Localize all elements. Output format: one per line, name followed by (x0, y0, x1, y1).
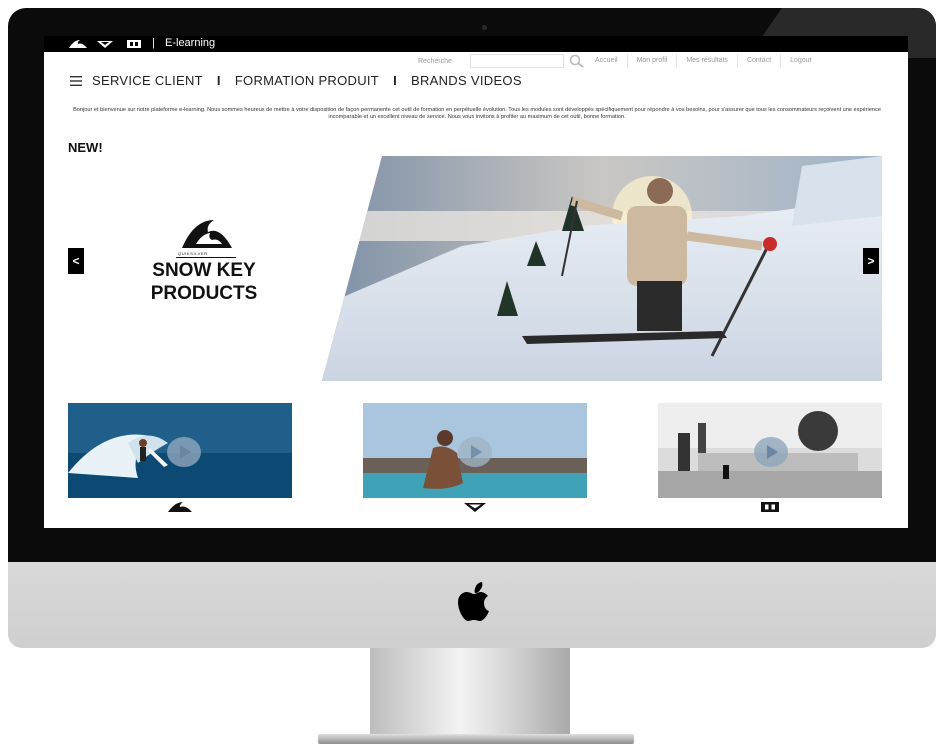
play-icon[interactable] (754, 437, 788, 467)
carousel-next-button[interactable]: > (863, 248, 879, 274)
dc-logo-icon[interactable] (126, 39, 142, 49)
app-title: E-learning (165, 37, 216, 49)
hero-headline-line2: PRODUCTS (150, 283, 258, 304)
roxy-heart-icon[interactable] (96, 39, 114, 49)
carousel-prev-button[interactable]: < (68, 248, 84, 274)
video-thumbnail-roxy[interactable] (363, 403, 587, 498)
hero-headline-line1: SNOW KEY (152, 260, 256, 281)
nav-link-resultats[interactable]: Mes résultats (676, 54, 737, 68)
new-label: NEW! (68, 140, 103, 155)
nav-brands-videos[interactable]: BRANDS VIDEOS (411, 73, 522, 88)
nav-link-profil[interactable]: Mon profil (626, 54, 677, 68)
utility-nav: Recherche Accueil Mon profil Mes résulta… (406, 53, 820, 69)
main-nav: SERVICE CLIENT I FORMATION PRODUIT I BRA… (70, 73, 522, 88)
imac-stand (370, 648, 570, 734)
hero-snow-image[interactable] (322, 156, 882, 381)
nav-divider: I (216, 73, 221, 88)
logo-rule (176, 257, 236, 258)
nav-service-client[interactable]: SERVICE CLIENT (92, 73, 203, 88)
top-bar: | E-learning (44, 36, 908, 52)
video-thumbnail-dc[interactable] (658, 403, 882, 498)
nav-link-logout[interactable]: Logout (780, 54, 820, 68)
nav-link-accueil[interactable]: Accueil (586, 54, 627, 68)
nav-link-contact[interactable]: Contact (736, 54, 780, 68)
quiksilver-logo-icon (182, 220, 232, 248)
intro-text: Bonjour et bienvenue sur notre plateform… (73, 107, 881, 120)
imac-stand-base (318, 734, 634, 744)
quiksilver-wordmark: QUIKSILVER (178, 251, 208, 256)
hamburger-menu-icon[interactable] (70, 75, 82, 86)
quiksilver-mountain-icon (168, 502, 192, 512)
search-icon[interactable] (568, 54, 586, 68)
nav-formation-produit[interactable]: FORMATION PRODUIT (235, 73, 379, 88)
screen: | E-learning Recherche Accueil Mon profi… (44, 36, 908, 528)
camera (482, 25, 487, 30)
quiksilver-mountain-icon[interactable] (68, 39, 88, 49)
search-label: Recherche (418, 57, 452, 65)
nav-divider: I (393, 73, 397, 88)
search-input[interactable] (470, 54, 564, 68)
hero-carousel: < > QUIKSILVER SNOW KEY PRODUCTS (44, 156, 908, 381)
play-icon[interactable] (458, 437, 492, 467)
video-thumbnail-quiksilver[interactable] (68, 403, 292, 498)
apple-logo-icon (458, 582, 489, 621)
dc-logo-icon (761, 502, 779, 512)
topbar-separator: | (152, 37, 155, 49)
play-icon[interactable] (167, 437, 201, 467)
roxy-heart-icon (464, 503, 486, 512)
